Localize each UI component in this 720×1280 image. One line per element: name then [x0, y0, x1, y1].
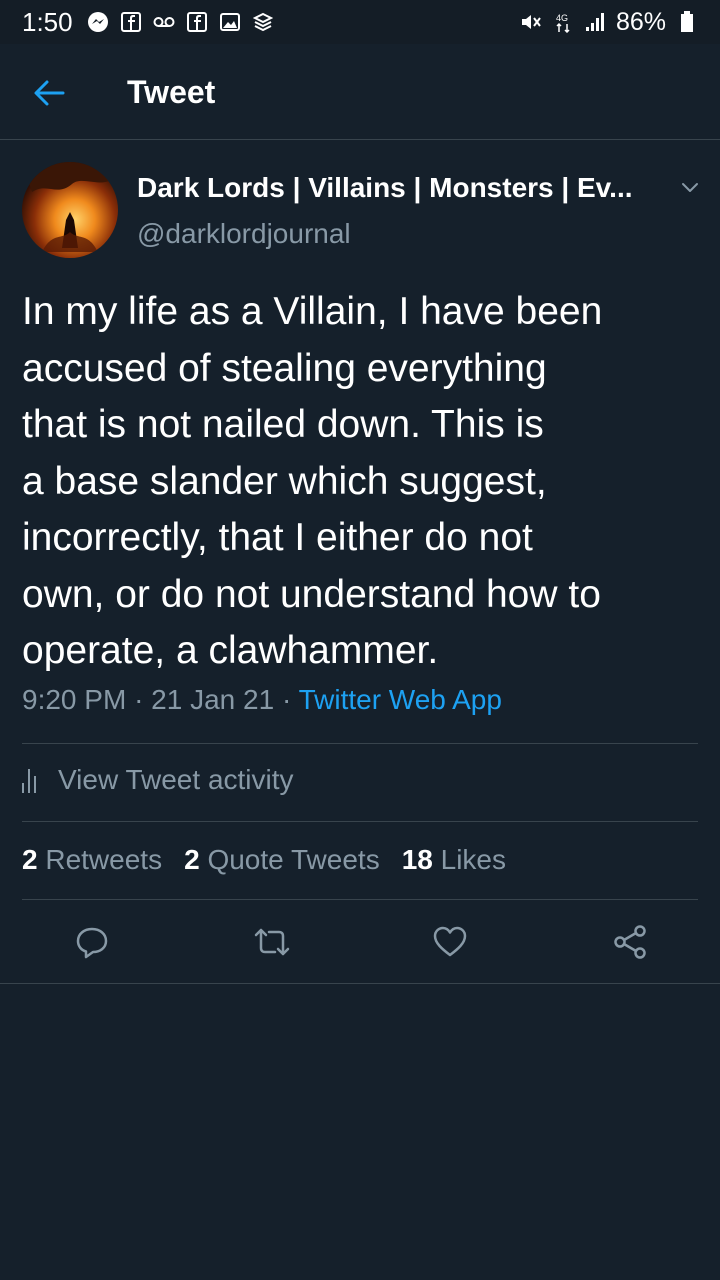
mute-icon [520, 11, 542, 33]
tweet-text-line: In my life as a Villain, I have been [22, 290, 603, 333]
data-4g-icon: 4G [552, 11, 574, 33]
app-bar: Tweet [0, 44, 720, 140]
retweets-label: Retweets [45, 844, 163, 875]
tweet-text: In my life as a Villain, I have been acc… [22, 284, 698, 680]
notification-icons [87, 11, 274, 33]
back-button[interactable] [32, 78, 66, 108]
facebook-icon [186, 11, 208, 33]
messenger-icon [87, 11, 109, 33]
page-title: Tweet [127, 74, 216, 110]
divider [0, 983, 720, 984]
tweet-text-line: a base slander which suggest, [22, 459, 547, 503]
share-button[interactable] [610, 922, 650, 962]
retweets-count: 2 [22, 844, 38, 875]
facebook-icon [120, 11, 142, 33]
divider [22, 743, 698, 744]
voicemail-icon [153, 11, 175, 33]
retweet-button[interactable] [252, 922, 292, 962]
tweet-text-line: own, or do not understand how to [22, 572, 601, 616]
view-tweet-activity[interactable]: View Tweet activity [22, 764, 294, 796]
status-time: 1:50 [22, 6, 73, 37]
meta-separator: · [281, 684, 299, 715]
tweet-source-link[interactable]: Twitter Web App [299, 684, 502, 715]
divider [22, 821, 698, 822]
quote-tweets-count: 2 [184, 844, 200, 875]
heart-icon [433, 926, 467, 957]
reply-button[interactable] [72, 922, 112, 962]
like-button[interactable] [430, 922, 470, 962]
battery-percent: 86% [615, 7, 666, 36]
tweet-text-line: incorrectly, that I either do not [22, 516, 533, 559]
quote-tweets-stat[interactable]: 2 Quote Tweets [184, 844, 380, 876]
tweet-text-line: operate, a clawhammer. [22, 629, 439, 672]
tweet-menu-button[interactable] [676, 176, 704, 200]
quote-tweets-label: Quote Tweets [207, 844, 380, 875]
reply-icon [76, 927, 108, 959]
tweet-stats: 2 Retweets 2 Quote Tweets 18 Likes [22, 844, 506, 876]
signal-icon [584, 11, 606, 33]
likes-count: 18 [401, 844, 433, 875]
back-arrow-icon [34, 80, 65, 106]
chevron-down-icon [682, 183, 698, 192]
meta-separator: · [134, 684, 152, 715]
gallery-icon [219, 11, 241, 33]
tweet-date: 21 Jan 21 [151, 684, 275, 715]
author-display-name[interactable]: Dark Lords | Villains | Monsters | Ev... [137, 172, 633, 204]
retweets-stat[interactable]: 2 Retweets [22, 844, 162, 876]
tweet-text-line: that is not nailed down. This is [22, 403, 544, 446]
divider [22, 899, 698, 900]
tweet-time: 9:20 PM [22, 684, 127, 715]
status-bar: 1:50 4G 86% [0, 0, 720, 44]
layers-icon [252, 11, 274, 33]
tweet-text-line: accused of stealing everything [22, 346, 547, 390]
status-right: 4G 86% [520, 8, 698, 37]
likes-stat[interactable]: 18 Likes [402, 844, 506, 876]
tweet-meta: 9:20 PM · 21 Jan 21 · Twitter Web App [22, 684, 502, 716]
svg-text:4G: 4G [556, 13, 568, 23]
share-icon [614, 925, 646, 959]
retweet-icon [254, 928, 290, 956]
author-handle[interactable]: @darklordjournal [137, 218, 351, 250]
battery-icon [676, 11, 698, 33]
tweet-actions [0, 918, 720, 966]
avatar[interactable] [22, 162, 118, 258]
analytics-icon [22, 767, 46, 793]
view-tweet-activity-label: View Tweet activity [58, 764, 294, 795]
likes-label: Likes [440, 844, 507, 875]
